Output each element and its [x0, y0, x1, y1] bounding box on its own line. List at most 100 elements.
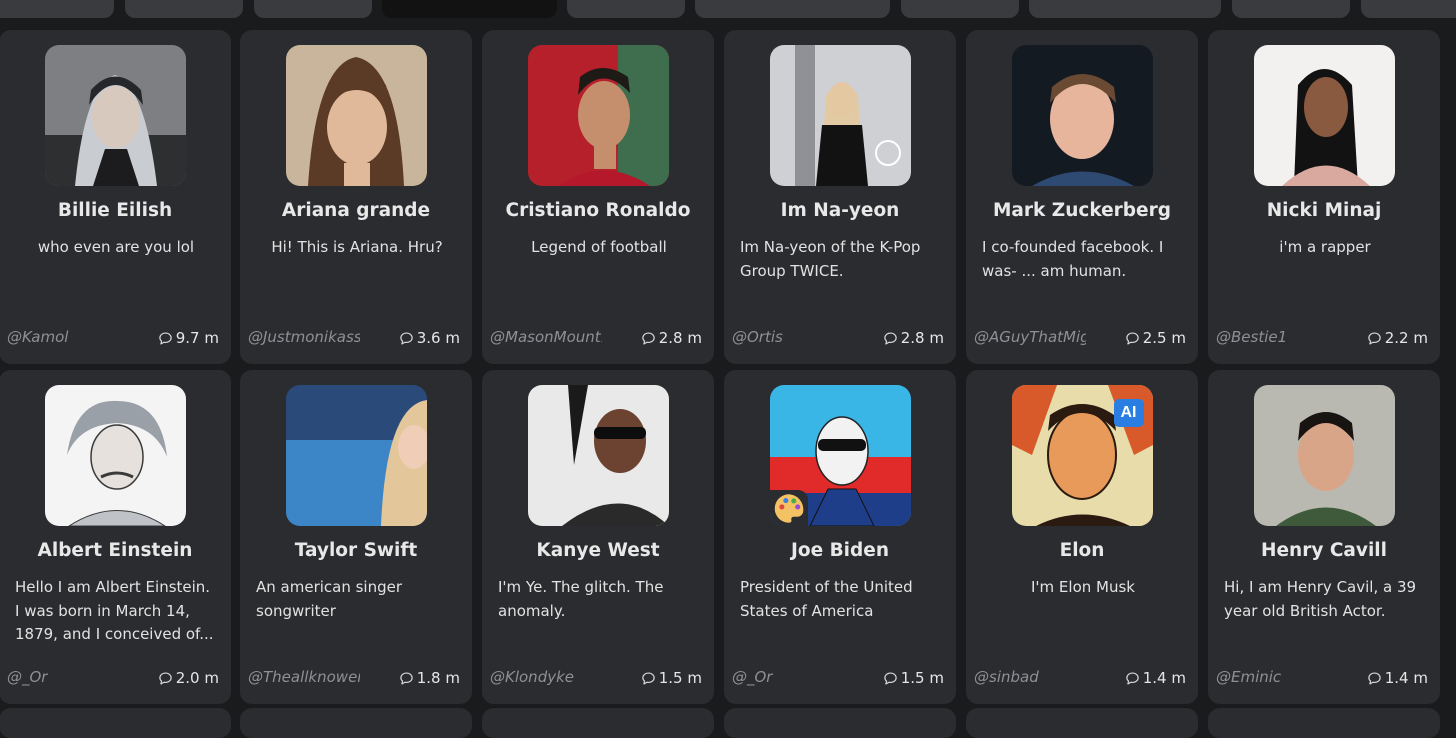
category-tab[interactable]: [254, 0, 372, 18]
character-name: Ariana grande: [281, 200, 431, 221]
character-description: I'm Elon Musk: [1031, 578, 1135, 596]
category-tab[interactable]: [1029, 0, 1221, 18]
creator-handle[interactable]: @Justmonikassis: [248, 328, 360, 346]
character-card[interactable]: Nicki Minaj i'm a rapper @Bestie1 2.2 m: [1208, 30, 1440, 364]
chat-bubble-icon: [1125, 331, 1140, 346]
interaction-count: 2.2 m: [1367, 329, 1428, 347]
category-tab[interactable]: [695, 0, 890, 18]
character-avatar: [769, 385, 911, 526]
ai-badge: AI: [1113, 399, 1144, 427]
character-name: Joe Biden: [791, 540, 889, 561]
character-card[interactable]: Ariana grande Hi! This is Ariana. Hru? @…: [240, 30, 472, 364]
chat-bubble-icon: [1367, 671, 1382, 686]
character-card-partial[interactable]: [240, 708, 472, 738]
category-tab[interactable]: [901, 0, 1019, 18]
character-card[interactable]: Henry Cavill Hi, I am Henry Cavil, a 39 …: [1208, 370, 1440, 704]
character-card[interactable]: Billie Eilish who even are you lol @Kamo…: [0, 30, 231, 364]
chat-bubble-icon: [399, 671, 414, 686]
interaction-count-value: 2.8 m: [658, 329, 702, 347]
character-card[interactable]: Mark Zuckerberg I co-founded facebook. I…: [966, 30, 1198, 364]
character-card[interactable]: Joe Biden President of the United States…: [724, 370, 956, 704]
character-description: Hello I am Albert Einstein. I was born i…: [15, 578, 214, 643]
chat-bubble-icon: [641, 671, 656, 686]
character-avatar: [44, 385, 186, 526]
chat-bubble-icon: [641, 331, 656, 346]
creator-handle[interactable]: @Ortis: [732, 328, 844, 346]
character-description: who even are you lol: [37, 238, 195, 256]
chat-bubble-icon: [883, 671, 898, 686]
interaction-count: 2.8 m: [641, 329, 702, 347]
character-card[interactable]: AI Elon I'm Elon Musk @sinbad 1.4 m: [966, 370, 1198, 704]
character-card[interactable]: Albert Einstein Hello I am Albert Einste…: [0, 370, 231, 704]
creator-handle[interactable]: @Klondyke: [490, 668, 602, 686]
character-card-partial[interactable]: [724, 708, 956, 738]
interaction-count: 2.5 m: [1125, 329, 1186, 347]
chat-bubble-icon: [1125, 671, 1140, 686]
character-card[interactable]: Cristiano Ronaldo Legend of football @Ma…: [482, 30, 714, 364]
chat-bubble-icon: [1367, 331, 1382, 346]
character-name: Im Na-yeon: [780, 200, 900, 221]
character-card[interactable]: Im Na-yeon Im Na-yeon of the K-Pop Group…: [724, 30, 956, 364]
character-avatar: AI: [1011, 385, 1153, 526]
character-description: I co-founded facebook. I was- ... am hum…: [982, 238, 1164, 280]
character-name: Nicki Minaj: [1266, 200, 1382, 221]
character-card-partial[interactable]: [966, 708, 1198, 738]
chat-bubble-icon: [883, 331, 898, 346]
character-description: President of the United States of Americ…: [740, 578, 913, 620]
character-avatar: [44, 45, 186, 186]
category-tab[interactable]: [0, 0, 114, 18]
character-avatar: [1253, 385, 1395, 526]
category-tabs: [0, 0, 1456, 20]
interaction-count: 3.6 m: [399, 329, 460, 347]
character-description: Legend of football: [531, 238, 667, 256]
creator-handle[interactable]: @_Or: [732, 668, 844, 686]
category-tab[interactable]: [1361, 0, 1456, 18]
character-avatar: [527, 45, 669, 186]
character-description: An american singer songwriter: [256, 578, 403, 620]
character-card-partial[interactable]: [482, 708, 714, 738]
creator-handle[interactable]: @MasonMount1: [490, 328, 602, 346]
character-description: Hi! This is Ariana. Hru?: [271, 238, 443, 256]
interaction-count-value: 2.5 m: [1142, 329, 1186, 347]
chat-bubble-icon: [158, 671, 173, 686]
palette-icon: [769, 490, 808, 526]
character-description: I'm Ye. The glitch. The anomaly.: [498, 578, 664, 620]
category-tab[interactable]: [1232, 0, 1350, 18]
character-name: Mark Zuckerberg: [993, 200, 1171, 221]
character-avatar: [1011, 45, 1153, 186]
character-name: Taylor Swift: [294, 540, 418, 561]
category-tab[interactable]: [567, 0, 685, 18]
interaction-count: 2.0 m: [158, 669, 219, 687]
category-tab[interactable]: [125, 0, 243, 18]
category-tab-active[interactable]: [382, 0, 557, 18]
interaction-count-value: 2.0 m: [175, 669, 219, 687]
character-card-partial[interactable]: [1208, 708, 1440, 738]
character-card-partial[interactable]: [0, 708, 231, 738]
interaction-count: 1.5 m: [641, 669, 702, 687]
creator-handle[interactable]: @Theallknower: [248, 668, 360, 686]
interaction-count: 1.5 m: [883, 669, 944, 687]
interaction-count-value: 1.5 m: [658, 669, 702, 687]
character-description: i'm a rapper: [1279, 238, 1371, 256]
creator-handle[interactable]: @Eminic: [1216, 668, 1328, 686]
interaction-count-value: 1.5 m: [900, 669, 944, 687]
creator-handle[interactable]: @Bestie1: [1216, 328, 1328, 346]
chat-bubble-icon: [158, 331, 173, 346]
interaction-count-value: 3.6 m: [416, 329, 460, 347]
creator-handle[interactable]: @_Or: [7, 668, 119, 686]
interaction-count-value: 1.8 m: [416, 669, 460, 687]
character-name: Elon: [1059, 540, 1105, 561]
character-card[interactable]: Kanye West I'm Ye. The glitch. The anoma…: [482, 370, 714, 704]
character-name: Kanye West: [536, 540, 660, 561]
character-description: Im Na-yeon of the K-Pop Group TWICE.: [740, 238, 921, 280]
interaction-count: 9.7 m: [158, 329, 219, 347]
character-avatar: [1253, 45, 1395, 186]
creator-handle[interactable]: @AGuyThatMigh: [974, 328, 1086, 346]
creator-handle[interactable]: @Kamol: [7, 328, 119, 346]
interaction-count: 1.4 m: [1125, 669, 1186, 687]
creator-handle[interactable]: @sinbad: [974, 668, 1086, 686]
character-description: Hi, I am Henry Cavil, a 39 year old Brit…: [1224, 578, 1417, 620]
character-card[interactable]: Taylor Swift An american singer songwrit…: [240, 370, 472, 704]
character-name: Billie Eilish: [57, 200, 173, 221]
character-avatar: [769, 45, 911, 186]
